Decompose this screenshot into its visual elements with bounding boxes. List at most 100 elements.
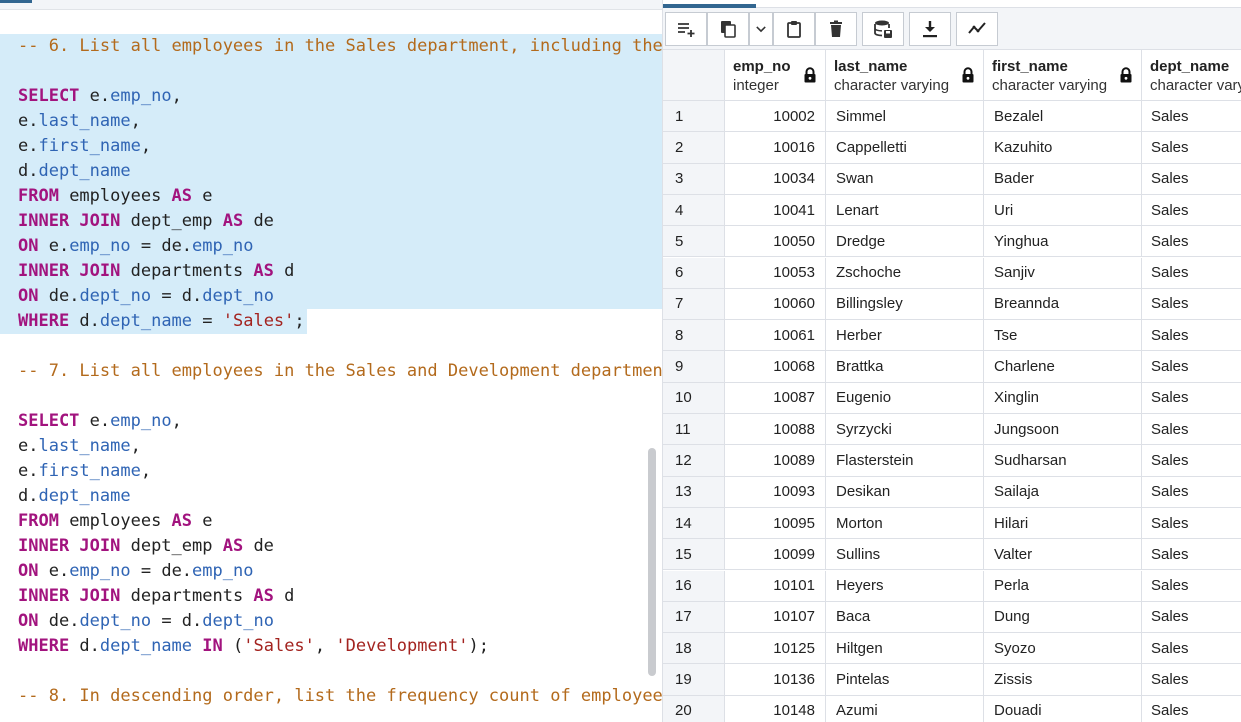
last-name-cell[interactable]: Flasterstein (826, 445, 984, 476)
emp-no-cell[interactable]: 10101 (725, 570, 826, 601)
emp-no-cell[interactable]: 10041 (725, 194, 826, 226)
row-number-cell[interactable]: 19 (663, 664, 725, 695)
query-editor[interactable]: -- 6. List all employees in the Sales de… (0, 0, 662, 722)
first-name-cell[interactable]: Douadi (984, 695, 1142, 722)
download-button[interactable] (909, 12, 951, 46)
dept-name-cell[interactable]: Sales (1142, 226, 1241, 256)
row-number-cell[interactable]: 10 (663, 382, 725, 413)
first-name-cell[interactable]: Charlene (984, 351, 1142, 382)
code-line[interactable]: INNER JOIN departments AS d (0, 259, 662, 284)
editor-scrollbar[interactable] (648, 448, 656, 676)
save-data-button[interactable] (862, 12, 904, 46)
last-name-cell[interactable]: Desikan (826, 476, 984, 507)
code-line[interactable]: INNER JOIN dept_emp AS de (18, 534, 658, 559)
emp-no-cell[interactable]: 10060 (725, 288, 826, 320)
last-name-cell[interactable]: Sullins (826, 539, 984, 570)
table-row[interactable]: 12 10089 Flasterstein Sudharsan Sales (663, 445, 1241, 477)
emp-no-cell[interactable]: 10093 (725, 476, 826, 507)
code-line[interactable] (18, 384, 658, 409)
last-name-cell[interactable]: Zschoche (826, 257, 984, 288)
first-name-cell[interactable]: Dung (984, 601, 1142, 633)
last-name-cell[interactable]: Lenart (826, 194, 984, 226)
code-line[interactable]: e.last_name, (0, 109, 662, 134)
first-name-cell[interactable]: Jungsoon (984, 414, 1142, 445)
first-name-cell[interactable]: Perla (984, 570, 1142, 601)
first-name-cell[interactable]: Bader (984, 163, 1142, 194)
row-number-cell[interactable]: 20 (663, 695, 725, 722)
row-number-cell[interactable]: 1 (663, 101, 725, 132)
last-name-cell[interactable]: Swan (826, 163, 984, 194)
dept-name-cell[interactable]: Sales (1142, 602, 1241, 632)
dept-name-cell[interactable]: Sales (1142, 101, 1241, 131)
table-row[interactable]: 14 10095 Morton Hilari Sales (663, 507, 1241, 540)
row-number-cell[interactable]: 11 (663, 414, 725, 445)
code-line[interactable]: d.dept_name (18, 484, 658, 509)
row-number-cell[interactable]: 14 (663, 507, 725, 539)
emp-no-cell[interactable]: 10068 (725, 351, 826, 382)
column-header-dept-name[interactable]: dept_name character varying (1142, 50, 1241, 100)
emp-no-cell[interactable]: 10088 (725, 414, 826, 445)
emp-no-cell[interactable]: 10089 (725, 445, 826, 476)
last-name-cell[interactable]: Billingsley (826, 288, 984, 320)
emp-no-cell[interactable]: 10050 (725, 226, 826, 257)
first-name-cell[interactable]: Zissis (984, 664, 1142, 695)
last-name-cell[interactable]: Dredge (826, 226, 984, 257)
first-name-cell[interactable]: Yinghua (984, 226, 1142, 257)
last-name-cell[interactable]: Herber (826, 320, 984, 351)
row-number-cell[interactable]: 13 (663, 476, 725, 507)
dept-name-cell[interactable]: Sales (1142, 477, 1241, 507)
first-name-cell[interactable]: Uri (984, 194, 1142, 226)
code-line[interactable]: d.dept_name (0, 159, 662, 184)
table-row[interactable]: 6 10053 Zschoche Sanjiv Sales (663, 257, 1241, 289)
table-row[interactable]: 16 10101 Heyers Perla Sales (663, 570, 1241, 602)
row-number-cell[interactable]: 9 (663, 351, 725, 382)
last-name-cell[interactable]: Simmel (826, 101, 984, 132)
table-row[interactable]: 17 10107 Baca Dung Sales (663, 601, 1241, 634)
emp-no-cell[interactable]: 10095 (725, 507, 826, 539)
code-line[interactable]: e.first_name, (18, 459, 658, 484)
emp-no-cell[interactable]: 10053 (725, 257, 826, 288)
dept-name-cell[interactable]: Sales (1142, 633, 1241, 663)
last-name-cell[interactable]: Brattka (826, 351, 984, 382)
paste-button[interactable] (773, 12, 815, 46)
code-area[interactable]: -- 6. List all employees in the Sales de… (0, 34, 662, 709)
row-number-cell[interactable]: 4 (663, 194, 725, 226)
first-name-cell[interactable]: Bezalel (984, 101, 1142, 132)
first-name-cell[interactable]: Sanjiv (984, 257, 1142, 288)
emp-no-cell[interactable]: 10148 (725, 695, 826, 722)
copy-options-dropdown[interactable] (749, 12, 773, 46)
first-name-cell[interactable]: Tse (984, 320, 1142, 351)
dept-name-cell[interactable]: Sales (1142, 539, 1241, 569)
table-row[interactable]: 19 10136 Pintelas Zissis Sales (663, 664, 1241, 696)
first-name-cell[interactable]: Sudharsan (984, 445, 1142, 476)
code-line[interactable]: ON e.emp_no = de.emp_no (18, 559, 658, 584)
code-line[interactable]: SELECT e.emp_no, (0, 84, 662, 109)
dept-name-cell[interactable]: Sales (1142, 132, 1241, 162)
dept-name-cell[interactable]: Sales (1142, 414, 1241, 444)
code-line[interactable] (0, 59, 662, 84)
dept-name-cell[interactable]: Sales (1142, 508, 1241, 538)
dept-name-cell[interactable]: Sales (1142, 351, 1241, 381)
emp-no-cell[interactable]: 10087 (725, 382, 826, 413)
table-row[interactable]: 18 10125 Hiltgen Syozo Sales (663, 633, 1241, 665)
row-number-cell[interactable]: 12 (663, 445, 725, 476)
table-row[interactable]: 5 10050 Dredge Yinghua Sales (663, 226, 1241, 258)
dept-name-cell[interactable]: Sales (1142, 289, 1241, 319)
code-line[interactable]: FROM employees AS e (0, 184, 662, 209)
table-row[interactable]: 8 10061 Herber Tse Sales (663, 320, 1241, 352)
table-row[interactable]: 1 10002 Simmel Bezalel Sales (663, 101, 1241, 133)
dept-name-cell[interactable]: Sales (1142, 164, 1241, 194)
code-line[interactable]: ON de.dept_no = d.dept_no (18, 609, 658, 634)
code-line[interactable]: e.first_name, (0, 134, 662, 159)
emp-no-cell[interactable]: 10061 (725, 320, 826, 351)
dept-name-cell[interactable]: Sales (1142, 195, 1241, 225)
row-number-cell[interactable]: 18 (663, 633, 725, 664)
code-line[interactable]: ON de.dept_no = d.dept_no (0, 284, 662, 309)
last-name-cell[interactable]: Cappelletti (826, 132, 984, 163)
table-row[interactable]: 7 10060 Billingsley Breannda Sales (663, 288, 1241, 321)
emp-no-cell[interactable]: 10125 (725, 633, 826, 664)
table-row[interactable]: 4 10041 Lenart Uri Sales (663, 194, 1241, 227)
code-line[interactable]: -- 6. List all employees in the Sales de… (0, 34, 662, 59)
column-header-last-name[interactable]: last_name character varying (826, 50, 984, 100)
row-number-header[interactable] (663, 50, 725, 100)
